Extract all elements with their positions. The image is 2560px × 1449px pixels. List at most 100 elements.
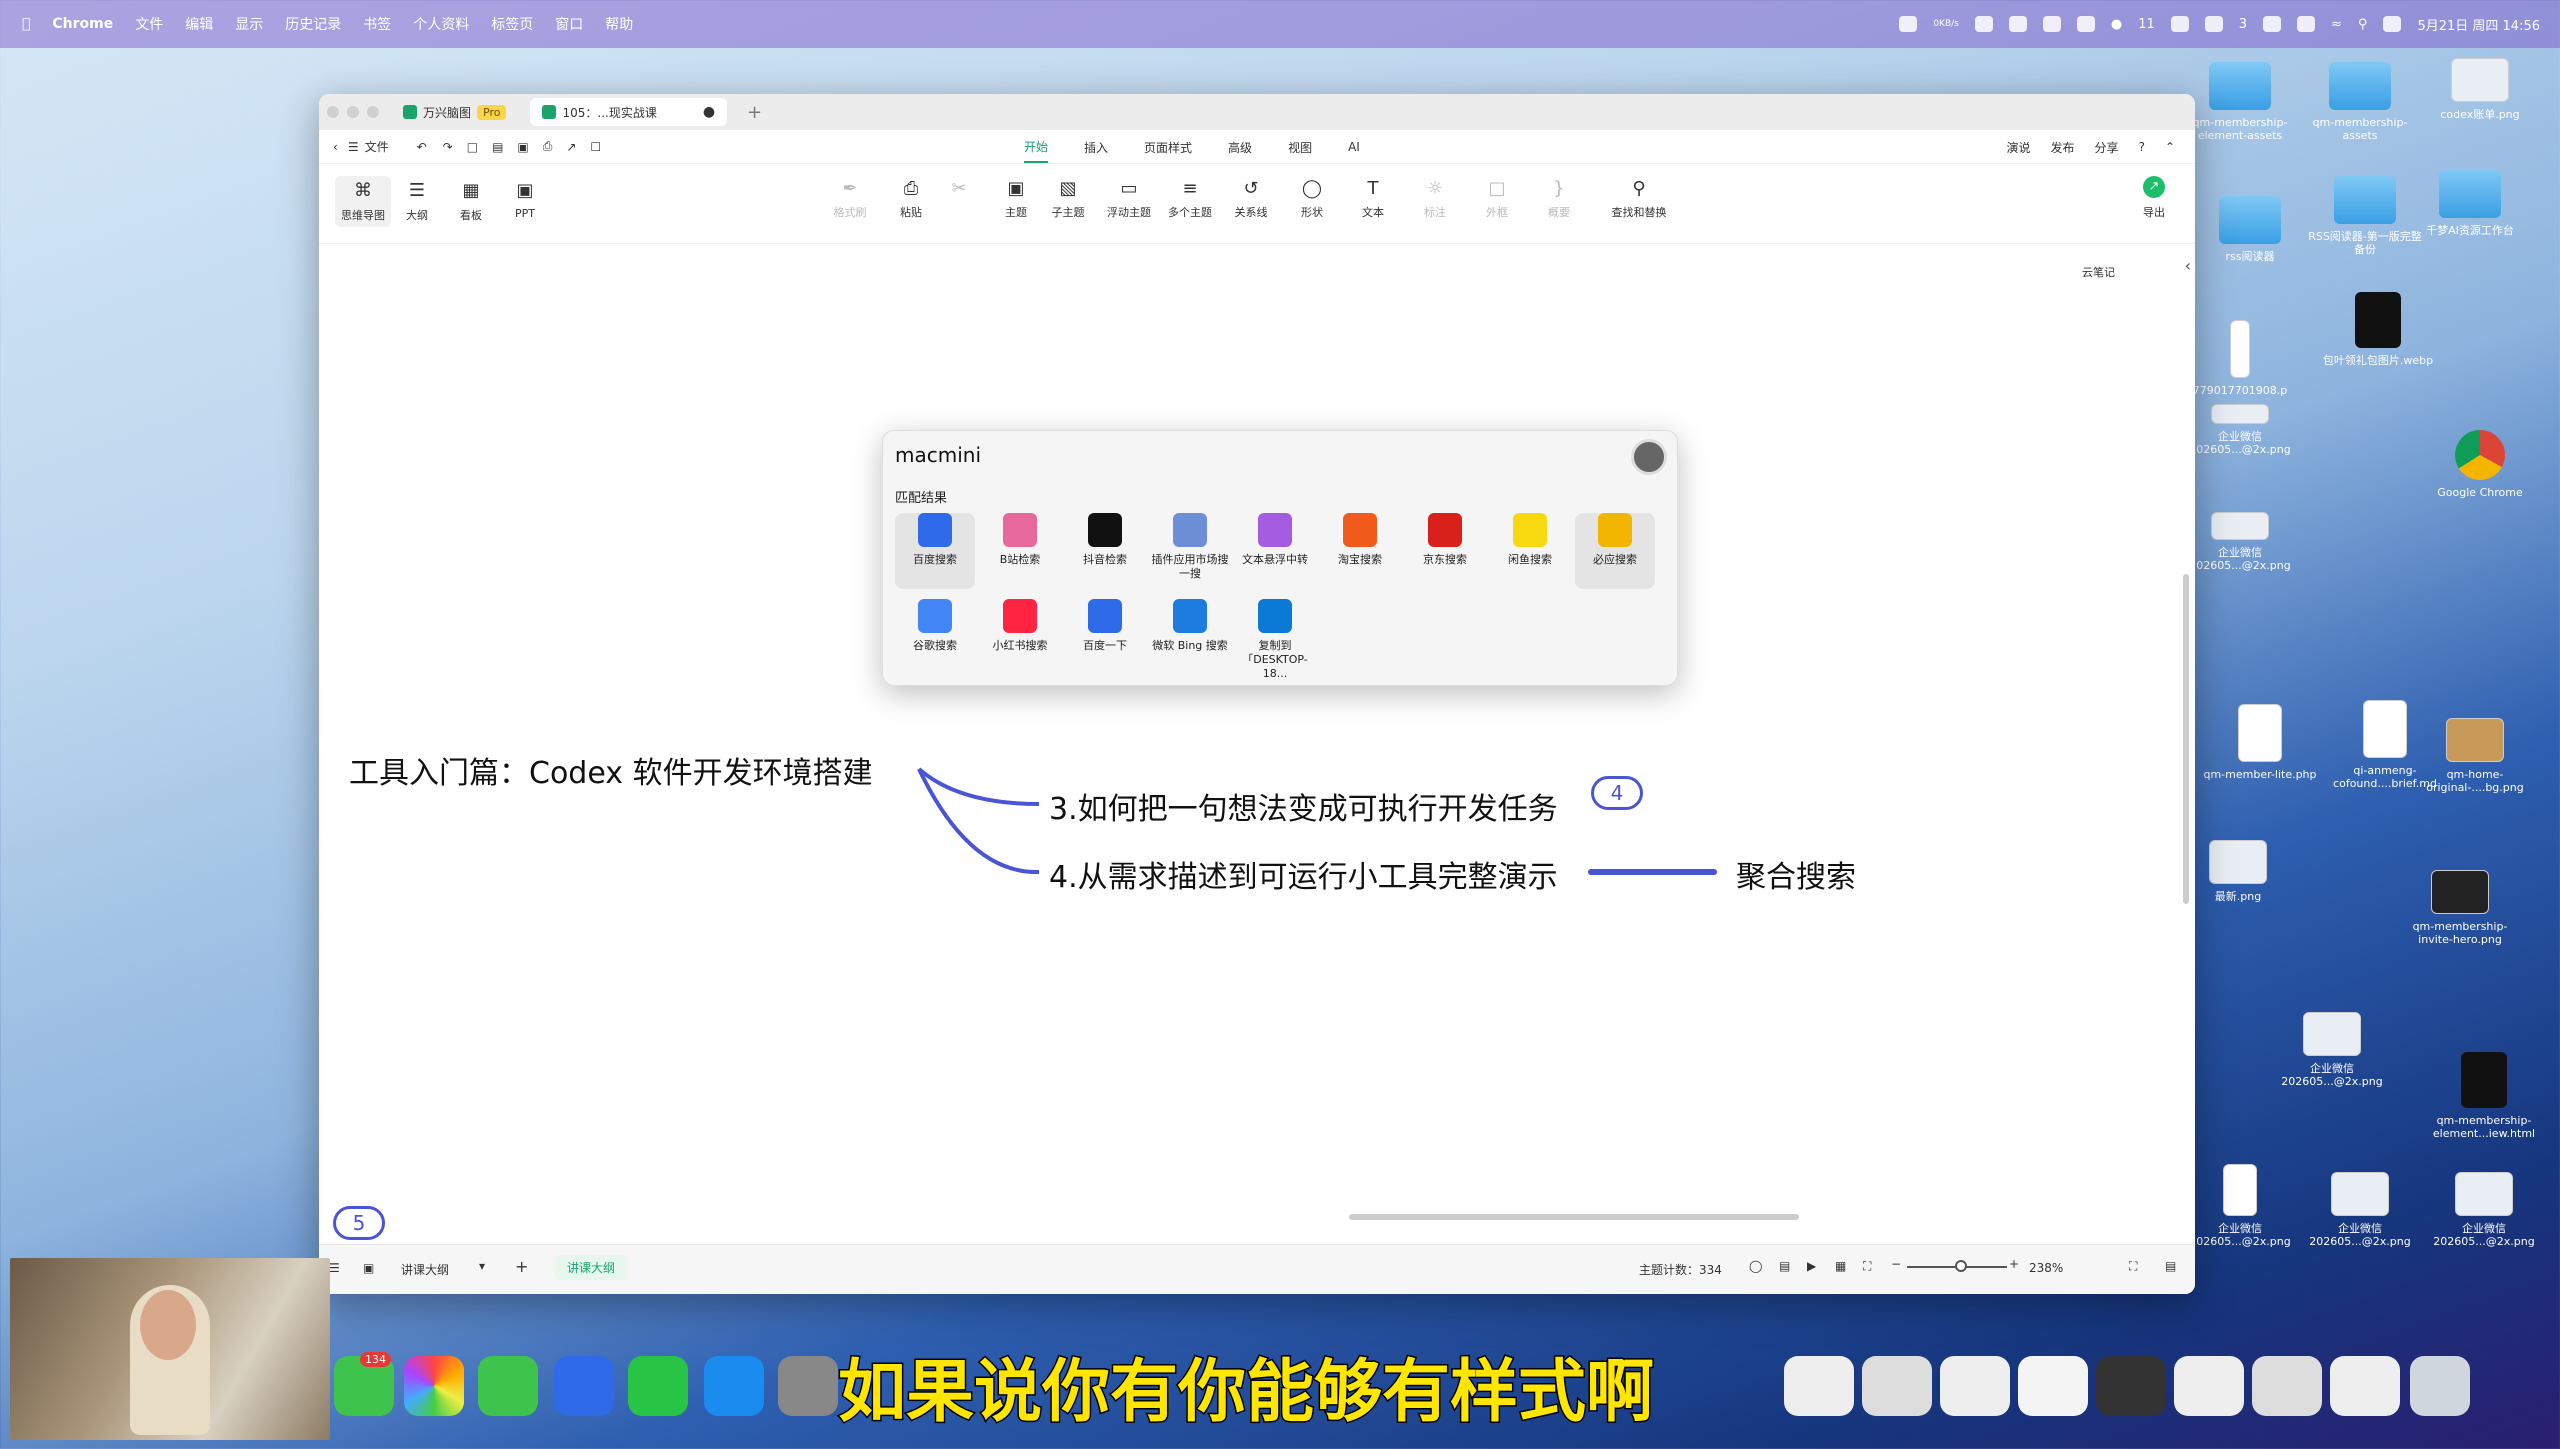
- view-mindmap-button[interactable]: ⌘ 思维导图: [335, 176, 391, 227]
- topic-button[interactable]: ▣ 主题: [986, 178, 1046, 220]
- menu-item[interactable]: 编辑: [185, 14, 213, 34]
- desktop-file[interactable]: 779017701908.p: [2180, 320, 2300, 397]
- engine-option[interactable]: 文本悬浮中转: [1235, 513, 1315, 589]
- sheet-tab-active[interactable]: 讲课大纲: [555, 1255, 628, 1280]
- desktop-file[interactable]: 企业微信202605...@2x.png: [2180, 512, 2300, 572]
- desktop-file[interactable]: 企业微信202605...@2x.png: [2424, 1172, 2544, 1248]
- engine-option[interactable]: 抖音检索: [1065, 513, 1145, 589]
- publish-button[interactable]: 发布: [2051, 139, 2075, 156]
- view-kanban-button[interactable]: ▦ 看板: [443, 176, 499, 223]
- window-thumbnail[interactable]: [1862, 1356, 1932, 1416]
- engine-option[interactable]: 谷歌搜索: [895, 599, 975, 675]
- desktop-file[interactable]: qm-membership-invite-hero.png: [2400, 870, 2520, 946]
- window-thumbnail[interactable]: [2330, 1356, 2400, 1416]
- zoom-out-button[interactable]: −: [1891, 1257, 1901, 1271]
- desktop-file[interactable]: codex账单.png: [2420, 58, 2540, 121]
- wechat-icon[interactable]: ●: [2111, 17, 2122, 32]
- window-thumbnail[interactable]: [1940, 1356, 2010, 1416]
- search-input[interactable]: macmini: [895, 443, 981, 467]
- window-minimize-button[interactable]: [347, 106, 359, 118]
- unsaved-dot-icon[interactable]: ●: [703, 104, 715, 120]
- menu-icon[interactable]: ☰: [348, 140, 359, 154]
- window-close-button[interactable]: [327, 106, 339, 118]
- count-badge[interactable]: 4: [1591, 776, 1643, 810]
- menu-item[interactable]: 帮助: [605, 14, 633, 34]
- menu-item[interactable]: 标签页: [491, 14, 533, 34]
- status-icon[interactable]: [2170, 16, 2189, 32]
- tab-ai[interactable]: AI: [1348, 134, 1360, 160]
- engine-option[interactable]: 必应搜索: [1575, 513, 1655, 589]
- find-replace-button[interactable]: ⚲ 查找和替换: [1599, 178, 1679, 220]
- status-icon[interactable]: [2263, 16, 2282, 32]
- help-icon[interactable]: ?: [2139, 140, 2145, 154]
- engine-option[interactable]: 微软 Bing 搜索: [1150, 599, 1230, 675]
- window-thumbnail[interactable]: [2096, 1356, 2166, 1416]
- trash-icon[interactable]: [2410, 1356, 2470, 1416]
- tab-start[interactable]: 开始: [1024, 132, 1049, 163]
- sheet-list-icon[interactable]: ☰: [329, 1261, 340, 1275]
- tab-insert[interactable]: 插入: [1084, 133, 1108, 162]
- window-zoom-button[interactable]: [367, 106, 379, 118]
- new-icon[interactable]: □: [467, 140, 478, 154]
- tab-document[interactable]: 105：...现实战课 ●: [530, 98, 728, 126]
- menu-item[interactable]: 书签: [363, 14, 391, 34]
- engine-option[interactable]: 复制到「DESKTOP-18...: [1235, 599, 1315, 680]
- status-icon[interactable]: [2297, 16, 2316, 32]
- apple-icon[interactable]: : [22, 16, 30, 32]
- view-outline-button[interactable]: ☰ 大纲: [389, 176, 445, 223]
- window-thumbnail[interactable]: [2174, 1356, 2244, 1416]
- floating-topic-button[interactable]: ▭ 浮动主题: [1099, 178, 1159, 220]
- callout-button[interactable]: ☼ 标注: [1405, 178, 1465, 220]
- status-icon[interactable]: [2008, 16, 2027, 32]
- desktop-file[interactable]: 包叶领礼包图片.webp: [2318, 292, 2438, 367]
- engine-option[interactable]: 淘宝搜索: [1320, 513, 1400, 589]
- file-menu[interactable]: 文件: [365, 138, 389, 155]
- status-icon[interactable]: [2042, 16, 2061, 32]
- avatar[interactable]: [1631, 439, 1667, 475]
- multi-topic-button[interactable]: ≡ 多个主题: [1160, 178, 1220, 220]
- desktop-file[interactable]: qm-home-original-....bg.png: [2415, 718, 2535, 794]
- play-icon[interactable]: ▶: [1807, 1259, 1816, 1273]
- desktop-file[interactable]: 最新.png: [2178, 840, 2298, 903]
- engine-option[interactable]: 百度一下: [1065, 599, 1145, 675]
- grid-icon[interactable]: ▦: [1835, 1259, 1846, 1273]
- count-badge[interactable]: 5: [333, 1206, 385, 1240]
- format-painter-button[interactable]: ✒ 格式刷: [820, 178, 880, 220]
- menu-item[interactable]: 文件: [135, 14, 163, 34]
- text-button[interactable]: T 文本: [1343, 178, 1403, 220]
- present-button[interactable]: 演说: [2007, 139, 2031, 156]
- summary-button[interactable]: } 概要: [1529, 178, 1589, 220]
- slides-icon[interactable]: ▣: [363, 1261, 374, 1275]
- desktop-file[interactable]: rss阅读器: [2190, 196, 2310, 263]
- wechat-dock-icon[interactable]: [628, 1356, 688, 1416]
- export-small-icon[interactable]: ↗: [566, 140, 576, 154]
- shape-button[interactable]: ◯ 形状: [1282, 178, 1342, 220]
- relation-line-button[interactable]: ↺ 关系线: [1221, 178, 1281, 220]
- redo-icon[interactable]: ↷: [443, 140, 453, 154]
- mindmap-canvas[interactable]: 云笔记 ‹ 工具入门篇：Codex 软件开发环境搭建 3.如何把一句想法变成可执…: [319, 244, 2195, 1244]
- book-icon[interactable]: ▤: [1779, 1259, 1790, 1273]
- menu-item[interactable]: 显示: [235, 14, 263, 34]
- sheet-dropdown-icon[interactable]: ▾: [479, 1259, 485, 1273]
- desktop-file[interactable]: 企业微信202605...@2x.png: [2300, 1172, 2420, 1248]
- save-icon[interactable]: ▣: [517, 140, 528, 154]
- tab-view[interactable]: 视图: [1288, 133, 1312, 162]
- status-icon[interactable]: [1899, 16, 1918, 32]
- engine-option[interactable]: 百度搜索: [895, 513, 975, 589]
- menu-item[interactable]: 窗口: [555, 14, 583, 34]
- control-center-icon[interactable]: [2383, 16, 2402, 32]
- engine-option[interactable]: 闲鱼搜索: [1490, 513, 1570, 589]
- tab-advanced[interactable]: 高级: [1228, 133, 1252, 162]
- boundary-button[interactable]: □ 外框: [1467, 178, 1527, 220]
- view-ppt-button[interactable]: ▣ PPT: [497, 176, 553, 220]
- phone-icon[interactable]: [478, 1356, 538, 1416]
- desktop-file[interactable]: qm-membership-assets: [2300, 62, 2420, 142]
- subtopic-button[interactable]: ▧ 子主题: [1038, 178, 1098, 220]
- undo-icon[interactable]: ↶: [417, 140, 427, 154]
- share-button[interactable]: 分享: [2095, 139, 2119, 156]
- desktop-file[interactable]: qm-member-lite.php: [2200, 704, 2320, 781]
- window-thumbnail[interactable]: [2252, 1356, 2322, 1416]
- menu-app-name[interactable]: Chrome: [52, 16, 113, 32]
- topic-3[interactable]: 3.如何把一句想法变成可执行开发任务: [1049, 784, 1558, 828]
- back-icon[interactable]: ‹: [333, 140, 338, 154]
